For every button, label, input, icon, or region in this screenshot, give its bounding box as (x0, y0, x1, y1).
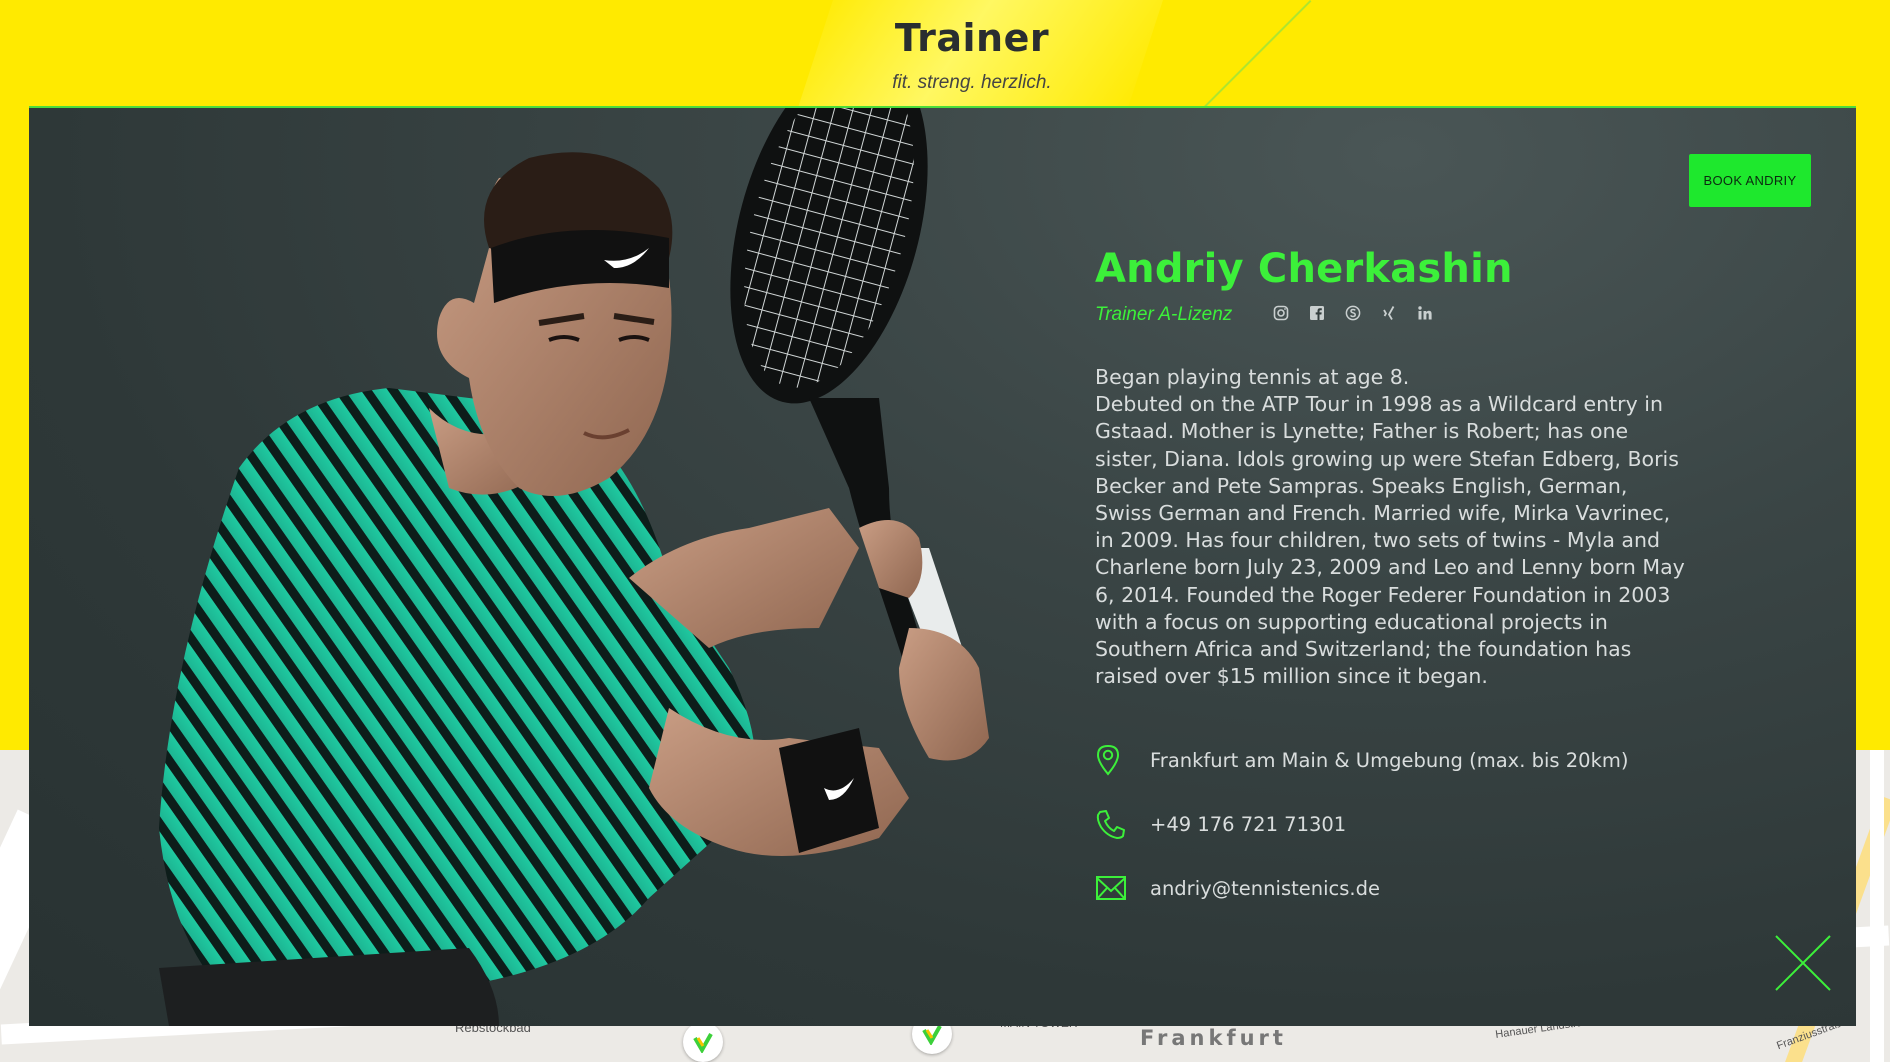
map-road (1870, 750, 1884, 1062)
linkedin-icon[interactable] (1416, 304, 1434, 322)
contact-location-text: Frankfurt am Main & Umgebung (max. bis 2… (1150, 748, 1629, 772)
location-pin-icon (1095, 744, 1127, 776)
bio-intro: Began playing tennis at age 8. (1095, 365, 1410, 389)
contact-location: Frankfurt am Main & Umgebung (max. bis 2… (1095, 744, 1628, 776)
site-tagline: fit. streng. herzlich. (892, 72, 1052, 93)
contact-phone-text[interactable]: +49 176 721 71301 (1150, 813, 1346, 836)
trainer-modal: BOOK ANDRIY Andriy Cherkashin Trainer A-… (29, 106, 1856, 1026)
trainer-photo (159, 108, 989, 1026)
instagram-icon[interactable] (1272, 304, 1290, 322)
map-label-frankfurt: Frankfurt (1140, 1026, 1287, 1050)
book-trainer-button[interactable]: BOOK ANDRIY (1689, 154, 1811, 207)
social-links (1272, 304, 1434, 322)
trainer-bio: Began playing tennis at age 8. Debuted o… (1095, 364, 1685, 690)
close-icon (1775, 935, 1831, 991)
contact-email-text[interactable]: andriy@tennistenics.de (1150, 877, 1380, 900)
contact-email[interactable]: andriy@tennistenics.de (1095, 872, 1380, 904)
site-title[interactable]: Trainer (0, 16, 1890, 60)
map-marker[interactable] (683, 1022, 723, 1062)
contact-phone[interactable]: +49 176 721 71301 (1095, 808, 1346, 840)
close-modal-button[interactable] (1774, 934, 1832, 992)
site-header: Trainer fit. streng. herzlich. (0, 0, 1890, 108)
trainer-license: Trainer A-Lizenz (1095, 304, 1233, 325)
phone-icon (1095, 808, 1127, 840)
skype-icon[interactable] (1344, 304, 1362, 322)
email-envelope-icon (1095, 872, 1127, 904)
trainer-name: Andriy Cherkashin (1095, 246, 1513, 292)
xing-icon[interactable] (1380, 304, 1398, 322)
facebook-icon[interactable] (1308, 304, 1326, 322)
bio-text: Debuted on the ATP Tour in 1998 as a Wil… (1095, 392, 1685, 689)
